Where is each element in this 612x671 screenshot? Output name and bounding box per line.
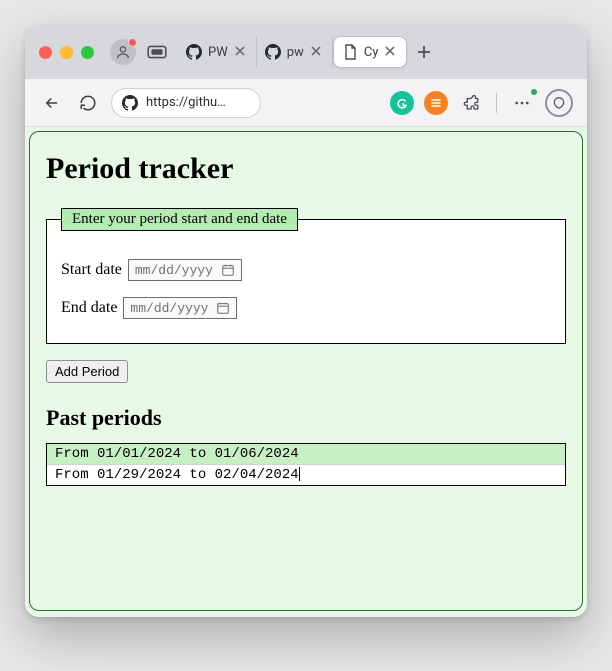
start-date-label: Start date — [61, 261, 122, 279]
person-icon — [115, 44, 131, 60]
start-date-placeholder: mm/dd/yyyy — [135, 263, 213, 278]
app-page: Period tracker Enter your period start a… — [29, 131, 583, 611]
end-date-row: End date mm/dd/yyyy — [61, 297, 551, 319]
github-icon — [122, 95, 138, 111]
end-date-input[interactable]: mm/dd/yyyy — [123, 297, 237, 319]
end-date-placeholder: mm/dd/yyyy — [130, 301, 208, 316]
extension-orange[interactable] — [424, 91, 448, 115]
tab-overview-icon — [147, 44, 167, 60]
window-controls — [39, 46, 94, 59]
tab-pw-2[interactable]: pw — [257, 36, 333, 68]
calendar-icon[interactable] — [216, 301, 230, 315]
toolbar-divider — [496, 93, 497, 113]
stripes-icon — [430, 97, 442, 109]
github-icon — [265, 44, 281, 60]
sidebar-ai-button[interactable] — [545, 89, 573, 117]
tab-title: Cy — [364, 45, 379, 60]
titlebar: PW pw Cy — [25, 25, 587, 79]
add-period-button[interactable]: Add Period — [46, 360, 128, 383]
end-date-label: End date — [61, 299, 117, 317]
profile-button[interactable] — [110, 39, 136, 65]
tab-pw-1[interactable]: PW — [178, 36, 257, 68]
list-item[interactable]: From 01/01/2024 to 01/06/2024 — [47, 444, 565, 465]
extensions-button[interactable] — [458, 90, 484, 116]
more-button[interactable] — [509, 90, 535, 116]
past-periods-heading: Past periods — [46, 405, 566, 431]
grammarly-icon — [395, 96, 409, 110]
document-icon — [342, 44, 358, 60]
reload-button[interactable] — [75, 90, 101, 116]
arrow-left-icon — [43, 94, 61, 112]
period-form: Enter your period start and end date Sta… — [46, 208, 566, 344]
form-legend: Enter your period start and end date — [61, 208, 298, 231]
browser-window: PW pw Cy — [25, 25, 587, 617]
toolbar: https://githu… — [25, 79, 587, 127]
github-icon — [186, 44, 202, 60]
tab-close-button[interactable] — [384, 45, 398, 59]
plus-icon — [416, 44, 432, 60]
tab-close-button[interactable] — [234, 45, 248, 59]
back-button[interactable] — [39, 90, 65, 116]
calendar-icon[interactable] — [221, 263, 235, 277]
tab-overview-button[interactable] — [146, 43, 168, 61]
address-bar[interactable]: https://githu… — [111, 88, 261, 118]
extension-grammarly[interactable] — [390, 91, 414, 115]
page-title: Period tracker — [46, 152, 566, 186]
url-text: https://githu… — [146, 95, 250, 110]
reload-icon — [79, 94, 97, 112]
list-item[interactable]: From 01/29/2024 to 02/04/2024 — [47, 465, 565, 485]
start-date-input[interactable]: mm/dd/yyyy — [128, 259, 242, 281]
maximize-window-button[interactable] — [81, 46, 94, 59]
tab-close-button[interactable] — [310, 45, 324, 59]
tab-title: pw — [287, 45, 304, 60]
minimize-window-button[interactable] — [60, 46, 73, 59]
chat-drop-icon — [552, 96, 566, 110]
tab-title: PW — [208, 45, 228, 60]
tab-strip: PW pw Cy — [178, 36, 577, 68]
more-horizontal-icon — [513, 94, 531, 112]
puzzle-icon — [462, 94, 480, 112]
tab-cy-active[interactable]: Cy — [333, 36, 408, 68]
close-window-button[interactable] — [39, 46, 52, 59]
past-periods-list: From 01/01/2024 to 01/06/2024 From 01/29… — [46, 443, 566, 486]
start-date-row: Start date mm/dd/yyyy — [61, 259, 551, 281]
viewport: Period tracker Enter your period start a… — [25, 127, 587, 617]
new-tab-button[interactable] — [413, 44, 435, 60]
